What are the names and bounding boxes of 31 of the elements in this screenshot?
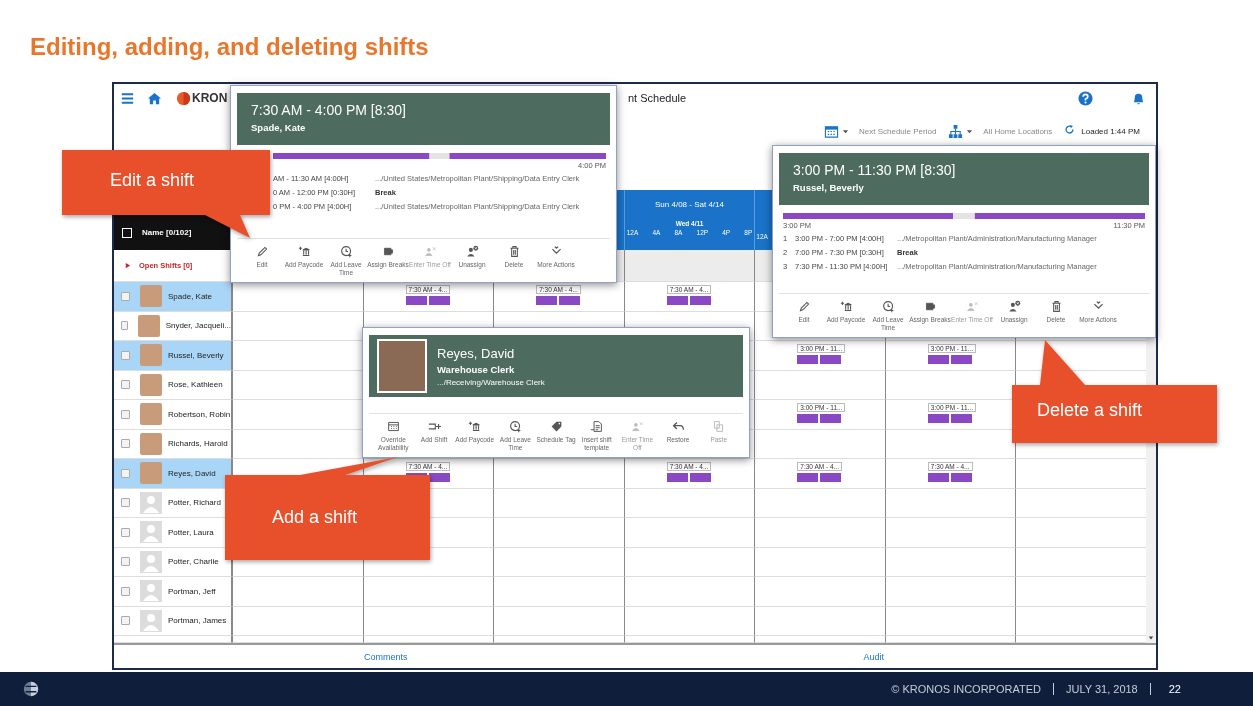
page-title: nt Schedule [628,92,688,104]
employee-name: Russel, Beverly [793,182,865,193]
employee-name: Snyder, Jacqueli... [165,321,231,331]
employee-name: Spade, Kate [251,122,307,133]
employee-name: Potter, Richard [168,498,221,508]
logo-text: KRON [192,91,228,105]
loaded-status: Loaded 1:44 PM [1081,126,1140,138]
job-title: Warehouse Clerk [437,363,516,375]
employee-name: Spade, Kate [168,291,213,301]
page-number: 22 [1167,683,1182,695]
callout-text: Delete a shift [1037,400,1143,421]
employee-name: Reyes, David [168,468,216,478]
copyright-text: © KRONOS INCORPORATED [879,683,1054,695]
date-text: JULY 31, 2018 [1054,683,1151,695]
week-range: Sun 4/08 - Sat 4/14 [655,200,724,211]
callout-text: Edit a shift [110,170,195,191]
employee-name: Reyes, David [437,345,516,361]
employee-name: Portman, James [168,616,227,626]
column-header-text: Name [0/102] [142,228,192,237]
shift-time: 7:30 AM - 4:00 PM [8:30] [251,102,407,118]
employee-name: Potter, Laura [168,527,214,537]
shift-time: 3:00 PM - 11:30 PM [8:30] [793,162,957,178]
employee-name: Rose, Kathleen [168,380,223,390]
employee-name: Portman, Jeff [168,586,216,596]
employee-name: Robertson, Robin [168,409,231,419]
slide-title: Editing, adding, and deleting shifts [29,32,430,62]
employee-name: Russel, Beverly [168,350,224,360]
employee-name: Potter, Charlie [168,557,219,567]
callout-text: Add a shift [272,507,358,528]
job-path: .../Receiving/Warehouse Clerk [437,377,545,387]
employee-name: Richards, Harold [168,439,228,449]
